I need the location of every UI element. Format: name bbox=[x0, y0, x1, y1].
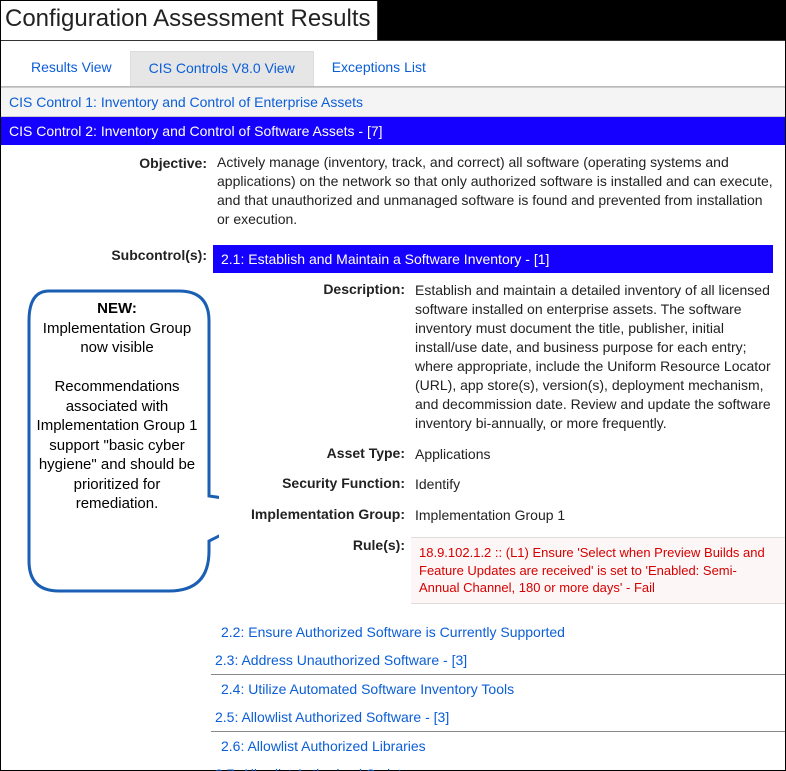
blackbar bbox=[378, 1, 785, 40]
objective-label: Objective: bbox=[13, 153, 213, 229]
description-label: Description: bbox=[223, 281, 411, 432]
objective-text: Actively manage (inventory, track, and c… bbox=[213, 153, 773, 229]
asset-type-label: Asset Type: bbox=[223, 445, 411, 464]
tab-cis-v8-view[interactable]: CIS Controls V8.0 View bbox=[130, 51, 314, 86]
subcontrol-2-4-link[interactable]: 2.4: Utilize Automated Software Inventor… bbox=[211, 675, 785, 703]
control-2-row[interactable]: CIS Control 2: Inventory and Control of … bbox=[1, 117, 785, 145]
tab-bar: Results View CIS Controls V8.0 View Exce… bbox=[1, 41, 785, 87]
control-1-row[interactable]: CIS Control 1: Inventory and Control of … bbox=[1, 87, 785, 117]
page-title: Configuration Assessment Results bbox=[1, 1, 378, 40]
implementation-group-label: Implementation Group: bbox=[223, 506, 411, 525]
rule-item[interactable]: 18.9.102.1.2 :: (L1) Ensure 'Select when… bbox=[411, 537, 785, 604]
subcontrol-2-2-link[interactable]: 2.2: Ensure Authorized Software is Curre… bbox=[211, 618, 785, 646]
subcontrol-2-1-header[interactable]: 2.1: Establish and Maintain a Software I… bbox=[213, 245, 773, 274]
description-text: Establish and maintain a detailed invent… bbox=[411, 281, 785, 432]
subcontrol-2-7-link[interactable]: 2.7: Allowlist Authorized Scripts bbox=[211, 760, 785, 771]
subcontrol-2-3-link[interactable]: 2.3: Address Unauthorized Software - [3] bbox=[211, 646, 785, 675]
tab-exceptions-list[interactable]: Exceptions List bbox=[314, 51, 444, 86]
subcontrol-2-6-link[interactable]: 2.6: Allowlist Authorized Libraries bbox=[211, 732, 785, 760]
security-function-label: Security Function: bbox=[223, 475, 411, 494]
rules-label: Rule(s): bbox=[223, 537, 411, 553]
asset-type-value: Applications bbox=[411, 445, 785, 464]
security-function-value: Identify bbox=[411, 475, 785, 494]
implementation-group-value: Implementation Group 1 bbox=[411, 506, 785, 525]
tab-results-view[interactable]: Results View bbox=[13, 51, 130, 86]
subcontrols-label: Subcontrol(s): bbox=[13, 245, 213, 274]
subcontrol-2-5-link[interactable]: 2.5: Allowlist Authorized Software - [3] bbox=[211, 703, 785, 732]
